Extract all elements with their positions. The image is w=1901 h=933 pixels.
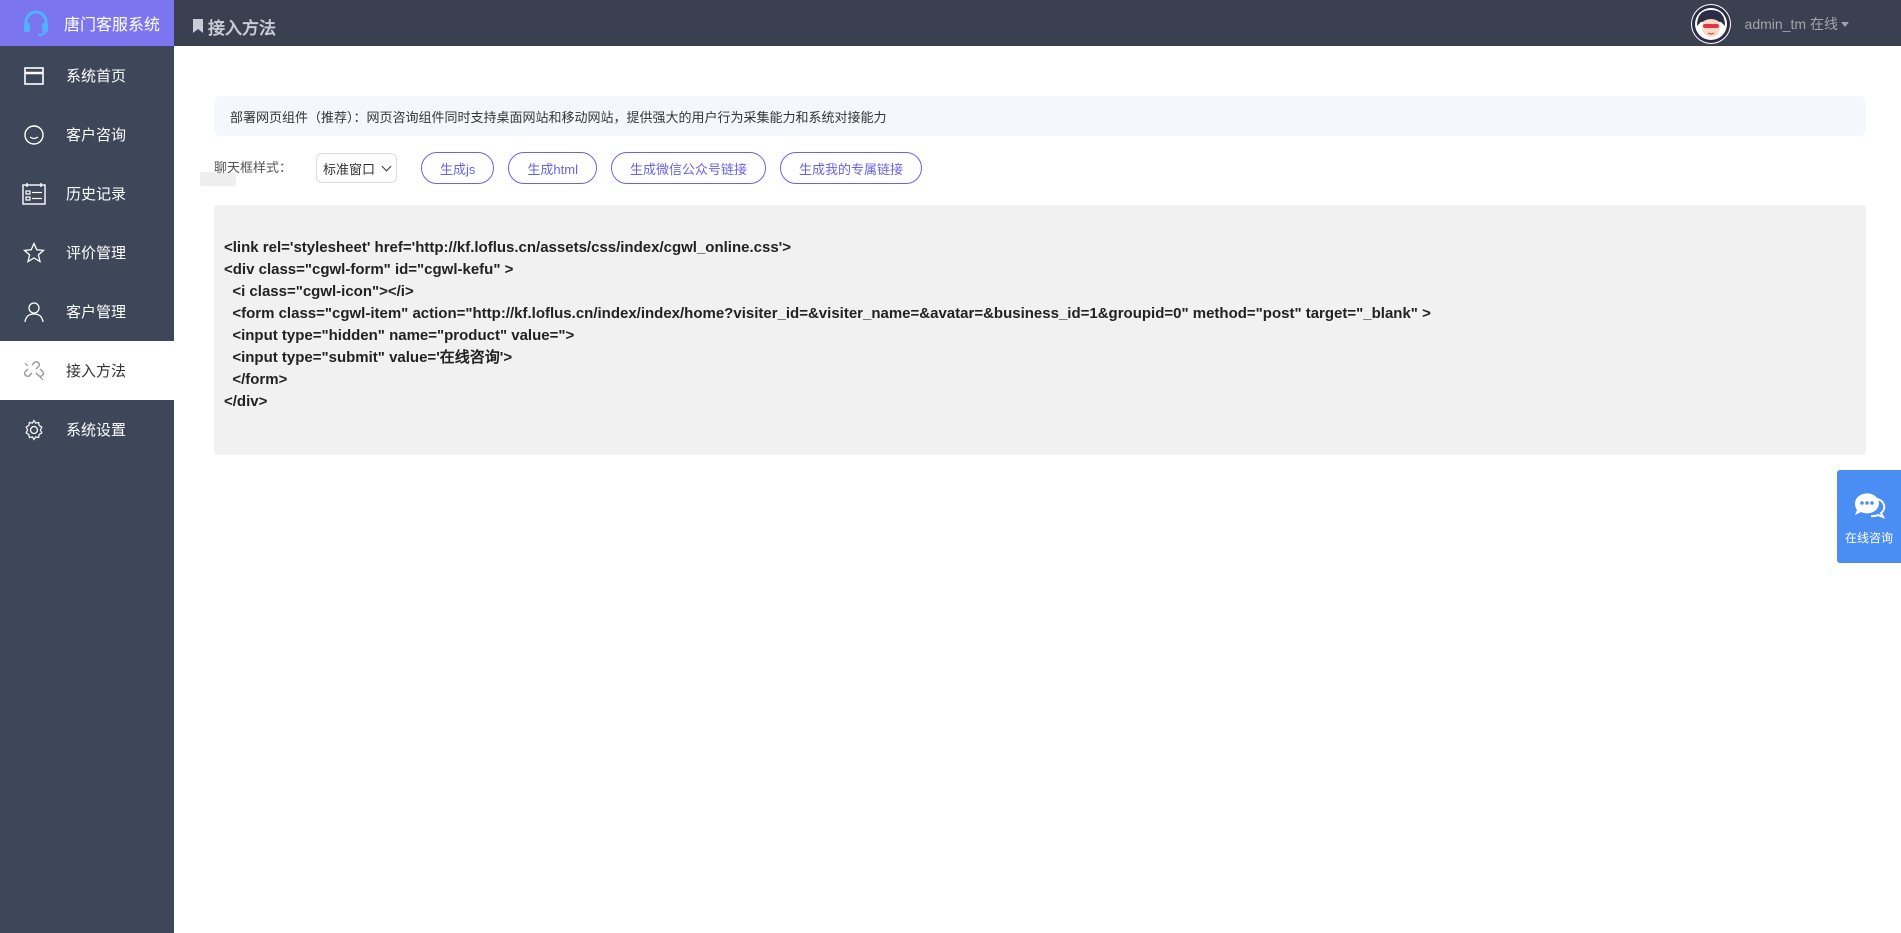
window-icon bbox=[22, 64, 46, 88]
style-select[interactable]: 标准窗口 bbox=[316, 153, 398, 183]
sidebar-item-label: 评价管理 bbox=[66, 245, 127, 262]
sidebar-item-label: 客户管理 bbox=[66, 304, 127, 321]
sidebar-item-label: 历史记录 bbox=[66, 186, 127, 203]
style-select-value: 标准窗口 bbox=[323, 161, 376, 177]
chevron-down-icon bbox=[1841, 21, 1849, 27]
main-content: 部署网页组件（推荐）：网页咨询组件同时支持桌面网站和移动网站，提供强大的用户行为… bbox=[174, 46, 1901, 933]
code-line: <input type="hidden" name="product" valu… bbox=[224, 327, 575, 344]
sidebar-item-label: 接入方法 bbox=[66, 363, 127, 380]
online-consult-button[interactable]: 在线咨询 bbox=[1837, 470, 1901, 563]
sidebar-item-integration[interactable]: 接入方法 bbox=[0, 341, 174, 400]
avatar[interactable] bbox=[1690, 4, 1731, 44]
brand-title: 唐门客服系统 bbox=[64, 17, 161, 34]
sidebar-item-label: 系统首页 bbox=[66, 68, 127, 85]
generate-exclusive-link-button[interactable]: 生成我的专属链接 bbox=[780, 152, 923, 184]
sidebar-item-customers[interactable]: 客户管理 bbox=[0, 282, 174, 341]
chevron-down-icon bbox=[381, 161, 392, 171]
brand[interactable]: 唐门客服系统 bbox=[0, 0, 174, 46]
sidebar-item-consult[interactable]: 客户咨询 bbox=[0, 105, 174, 164]
generate-html-button[interactable]: 生成html bbox=[508, 152, 597, 184]
bookmark-icon bbox=[193, 19, 203, 33]
controls-row: 聊天框样式： 标准窗口 生成js 生成html 生成微信公众号链接 生成我的专属… bbox=[214, 151, 1114, 185]
code-line: <div class="cgwl-form" id="cgwl-kefu" > bbox=[224, 261, 514, 278]
sidebar-item-rating[interactable]: 评价管理 bbox=[0, 223, 174, 282]
sidebar: 唐门客服系统 系统首页 客户咨询 历史记录 评价管理 客户管理 接入方法 系统设… bbox=[0, 0, 174, 933]
gear-icon bbox=[22, 418, 46, 442]
generate-js-button[interactable]: 生成js bbox=[421, 152, 495, 184]
notice-banner: 部署网页组件（推荐）：网页咨询组件同时支持桌面网站和移动网站，提供强大的用户行为… bbox=[214, 96, 1866, 136]
notice-text: 部署网页组件（推荐）：网页咨询组件同时支持桌面网站和移动网站，提供强大的用户行为… bbox=[230, 109, 887, 125]
page-title-text: 接入方法 bbox=[208, 18, 276, 38]
sidebar-item-label: 系统设置 bbox=[66, 422, 127, 439]
style-label: 聊天框样式： bbox=[214, 159, 293, 175]
sidebar-item-settings[interactable]: 系统设置 bbox=[0, 400, 174, 459]
code-line: <input type="submit" value='在线咨询'> bbox=[224, 349, 513, 366]
online-consult-label: 在线咨询 bbox=[1844, 531, 1893, 545]
generate-wechat-link-button[interactable]: 生成微信公众号链接 bbox=[610, 152, 766, 184]
sidebar-item-home[interactable]: 系统首页 bbox=[0, 46, 174, 105]
user-icon bbox=[22, 300, 46, 324]
list-icon bbox=[22, 182, 46, 206]
sidebar-menu: 系统首页 客户咨询 历史记录 评价管理 客户管理 接入方法 系统设置 bbox=[0, 46, 174, 459]
link-icon bbox=[22, 359, 46, 383]
page-title: 接入方法 bbox=[192, 8, 276, 39]
chat-bubble-icon bbox=[1854, 493, 1886, 519]
app-root: 唐门客服系统 系统首页 客户咨询 历史记录 评价管理 客户管理 接入方法 系统设… bbox=[0, 0, 1901, 933]
sidebar-item-label: 客户咨询 bbox=[66, 127, 127, 144]
user-menu[interactable]: admin_tm 在线 bbox=[1690, 4, 1849, 44]
sidebar-item-history[interactable]: 历史记录 bbox=[0, 164, 174, 223]
top-bar: 接入方法 admin_tm 在线 bbox=[174, 0, 1901, 46]
headset-icon bbox=[24, 10, 48, 36]
user-status: 在线 bbox=[1810, 16, 1838, 32]
code-line: <i class="cgwl-icon"></i> bbox=[224, 283, 414, 300]
code-line: <link rel='stylesheet' href='http://kf.l… bbox=[224, 239, 791, 256]
code-line: </div> bbox=[224, 393, 268, 410]
user-name: admin_tm bbox=[1744, 16, 1806, 32]
code-box[interactable]: <link rel='stylesheet' href='http://kf.l… bbox=[214, 205, 1866, 455]
star-icon bbox=[22, 241, 46, 265]
smile-icon bbox=[22, 123, 46, 147]
code-line: <form class="cgwl-item" action="http://k… bbox=[224, 305, 1431, 322]
code-line: </form> bbox=[224, 371, 288, 388]
